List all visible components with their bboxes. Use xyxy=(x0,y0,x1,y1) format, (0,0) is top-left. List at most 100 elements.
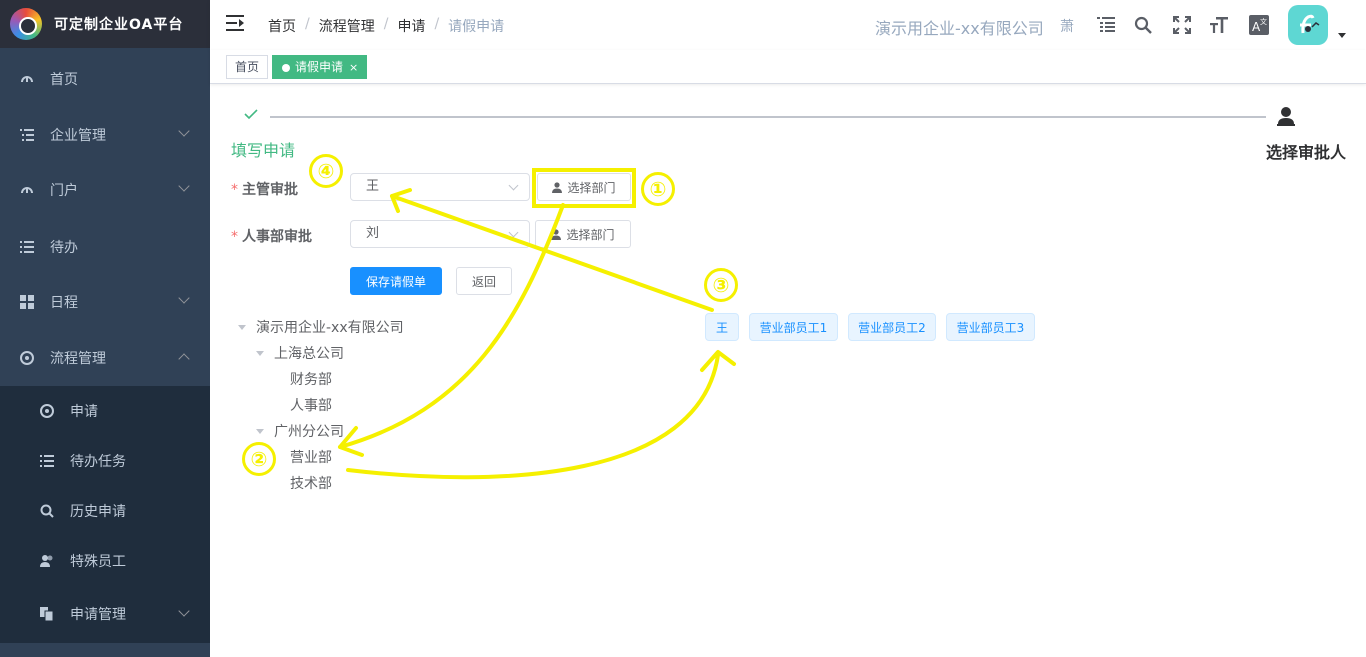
sidebar-item-label: 待办 xyxy=(50,240,78,256)
breadcrumb-apply[interactable]: 申请 xyxy=(397,16,425,36)
check-icon xyxy=(244,108,258,124)
hr-approval-label: * 人事部审批 xyxy=(231,229,312,245)
annotation-number-4: ④ xyxy=(309,154,343,188)
breadcrumb-current: 请假申请 xyxy=(448,19,505,35)
sidebar-item-label: 门户 xyxy=(50,183,78,199)
workflow-submenu: 申请 待办任务 历史申请 特殊员工 申请管理 xyxy=(0,386,210,643)
submenu-item-history[interactable]: 历史申请 xyxy=(0,486,210,536)
hamburger-icon[interactable] xyxy=(226,15,244,31)
sidebar-item-todo[interactable]: 待办 xyxy=(0,219,210,275)
tree-node-sales[interactable]: 营业部 xyxy=(290,447,332,467)
annotation-number-2: ② xyxy=(242,442,276,476)
translate-icon[interactable]: A文 xyxy=(1248,14,1270,36)
submenu-item-todo-tasks[interactable]: 待办任务 xyxy=(0,436,210,486)
breadcrumb-home[interactable]: 首页 xyxy=(268,16,296,36)
manager-approval-select[interactable]: 王 xyxy=(350,173,530,201)
select-dept-button-hr[interactable]: 选择部门 xyxy=(535,220,631,248)
step-title-fill: 填写申请 xyxy=(231,141,296,160)
search-icon[interactable] xyxy=(1132,14,1154,36)
list-icon[interactable] xyxy=(1095,14,1117,36)
avatar[interactable] xyxy=(1288,5,1328,45)
tree-node-tech[interactable]: 技术部 xyxy=(290,473,332,493)
tree-node-shanghai[interactable]: 上海总公司 xyxy=(256,343,344,363)
tag-home[interactable]: 首页 xyxy=(226,55,269,79)
employee-chip[interactable]: 王 xyxy=(705,313,739,341)
chevron-down-icon xyxy=(178,292,190,304)
submenu-item-label: 申请 xyxy=(70,404,98,420)
breadcrumb-workflow[interactable]: 流程管理 xyxy=(319,16,375,36)
submenu-item-apply[interactable]: 申请 xyxy=(0,386,210,436)
user-icon xyxy=(1277,106,1295,126)
copy-icon xyxy=(40,607,54,621)
dashboard-icon xyxy=(20,72,34,86)
manager-approval-value: 王 xyxy=(366,179,380,194)
close-icon[interactable]: × xyxy=(349,61,358,74)
navbar: 首页 / 流程管理 / 申请 / 请假申请 演示用企业-xx有限公司 萧 A文 xyxy=(210,0,1366,50)
step-divider xyxy=(270,116,1266,118)
tree-node-root[interactable]: 演示用企业-xx有限公司 xyxy=(238,317,404,337)
app-title: 可定制企业OA平台 xyxy=(54,17,184,33)
sidebar-item-label: 流程管理 xyxy=(50,351,106,367)
search-icon xyxy=(40,504,54,518)
user-name: 萧 xyxy=(1060,19,1074,35)
sidebar-item-label: 企业管理 xyxy=(50,128,106,144)
caret-down-icon[interactable] xyxy=(256,428,264,434)
submenu-item-apply-manage[interactable]: 申请管理 xyxy=(0,589,210,639)
button-label: 选择部门 xyxy=(566,227,615,242)
sidebar-item-label: 日程 xyxy=(50,295,78,311)
employee-chip[interactable]: 营业部员工3 xyxy=(946,313,1035,341)
tree-node-guangzhou[interactable]: 广州分公司 xyxy=(256,421,344,441)
employee-chip[interactable]: 营业部员工1 xyxy=(749,313,838,341)
breadcrumb: 首页 / 流程管理 / 申请 / 请假申请 xyxy=(268,16,505,36)
chevron-down-icon xyxy=(178,125,190,137)
svg-text:文: 文 xyxy=(1260,17,1267,26)
sidebar-item-workflow[interactable]: 流程管理 xyxy=(0,330,210,386)
tree-node-finance[interactable]: 财务部 xyxy=(290,369,332,389)
chevron-down-icon xyxy=(178,180,190,192)
fullscreen-icon[interactable] xyxy=(1171,14,1193,36)
submenu-item-label: 待办任务 xyxy=(70,454,126,470)
manager-approval-label: * 主管审批 xyxy=(231,182,298,198)
sidebar-footer xyxy=(0,643,210,657)
sidebar-item-enterprise[interactable]: 企业管理 xyxy=(0,107,210,163)
annotation-number-3: ③ xyxy=(704,268,738,302)
employee-chip[interactable]: 营业部员工2 xyxy=(848,313,936,341)
sidebar-item-portal[interactable]: 门户 xyxy=(0,162,210,218)
back-button[interactable]: 返回 xyxy=(456,267,512,295)
step-title-approver: 选择审批人 xyxy=(1266,143,1347,162)
tree-node-hr[interactable]: 人事部 xyxy=(290,395,332,415)
user-icon xyxy=(551,228,562,240)
chevron-down-icon xyxy=(178,605,190,617)
submenu-item-label: 申请管理 xyxy=(70,607,126,623)
lifebuoy-icon xyxy=(20,351,34,365)
chevron-down-icon xyxy=(508,227,519,238)
chevron-down-icon[interactable] xyxy=(1338,33,1346,38)
company-name: 演示用企业-xx有限公司 xyxy=(875,19,1044,38)
submenu-item-special-staff[interactable]: 特殊员工 xyxy=(0,536,210,586)
list-icon xyxy=(20,128,34,142)
tag-leave-request[interactable]: 请假申请 × xyxy=(272,55,368,79)
sidebar-item-home[interactable]: 首页 xyxy=(0,51,210,107)
tag-label: 请假申请 xyxy=(295,60,344,74)
sidebar-item-schedule[interactable]: 日程 xyxy=(0,274,210,330)
list-icon xyxy=(20,240,34,254)
submenu-item-label: 历史申请 xyxy=(70,504,126,520)
hr-approval-value: 刘 xyxy=(366,226,380,241)
submenu-item-label: 特殊员工 xyxy=(70,554,126,570)
save-leave-button[interactable]: 保存请假单 xyxy=(350,267,442,295)
hr-approval-select[interactable]: 刘 xyxy=(350,220,530,248)
lifebuoy-icon xyxy=(40,404,54,418)
sidebar-item-label: 首页 xyxy=(50,72,78,88)
caret-down-icon[interactable] xyxy=(256,350,264,356)
chevron-up-icon xyxy=(178,353,190,365)
chevron-down-icon xyxy=(508,180,519,191)
logo-icon xyxy=(10,8,42,40)
logo[interactable]: 可定制企业OA平台 xyxy=(0,0,210,48)
annotation-highlight-box xyxy=(532,168,636,208)
users-icon xyxy=(40,554,54,568)
sidebar: 可定制企业OA平台 首页 企业管理 门户 待办 日程 流程管理 申请 待办任务 … xyxy=(0,0,210,657)
annotation-number-1: ① xyxy=(641,172,675,206)
caret-down-icon[interactable] xyxy=(238,324,246,330)
tags-view: 首页 请假申请 × xyxy=(210,50,1366,84)
font-size-icon[interactable] xyxy=(1208,14,1230,36)
